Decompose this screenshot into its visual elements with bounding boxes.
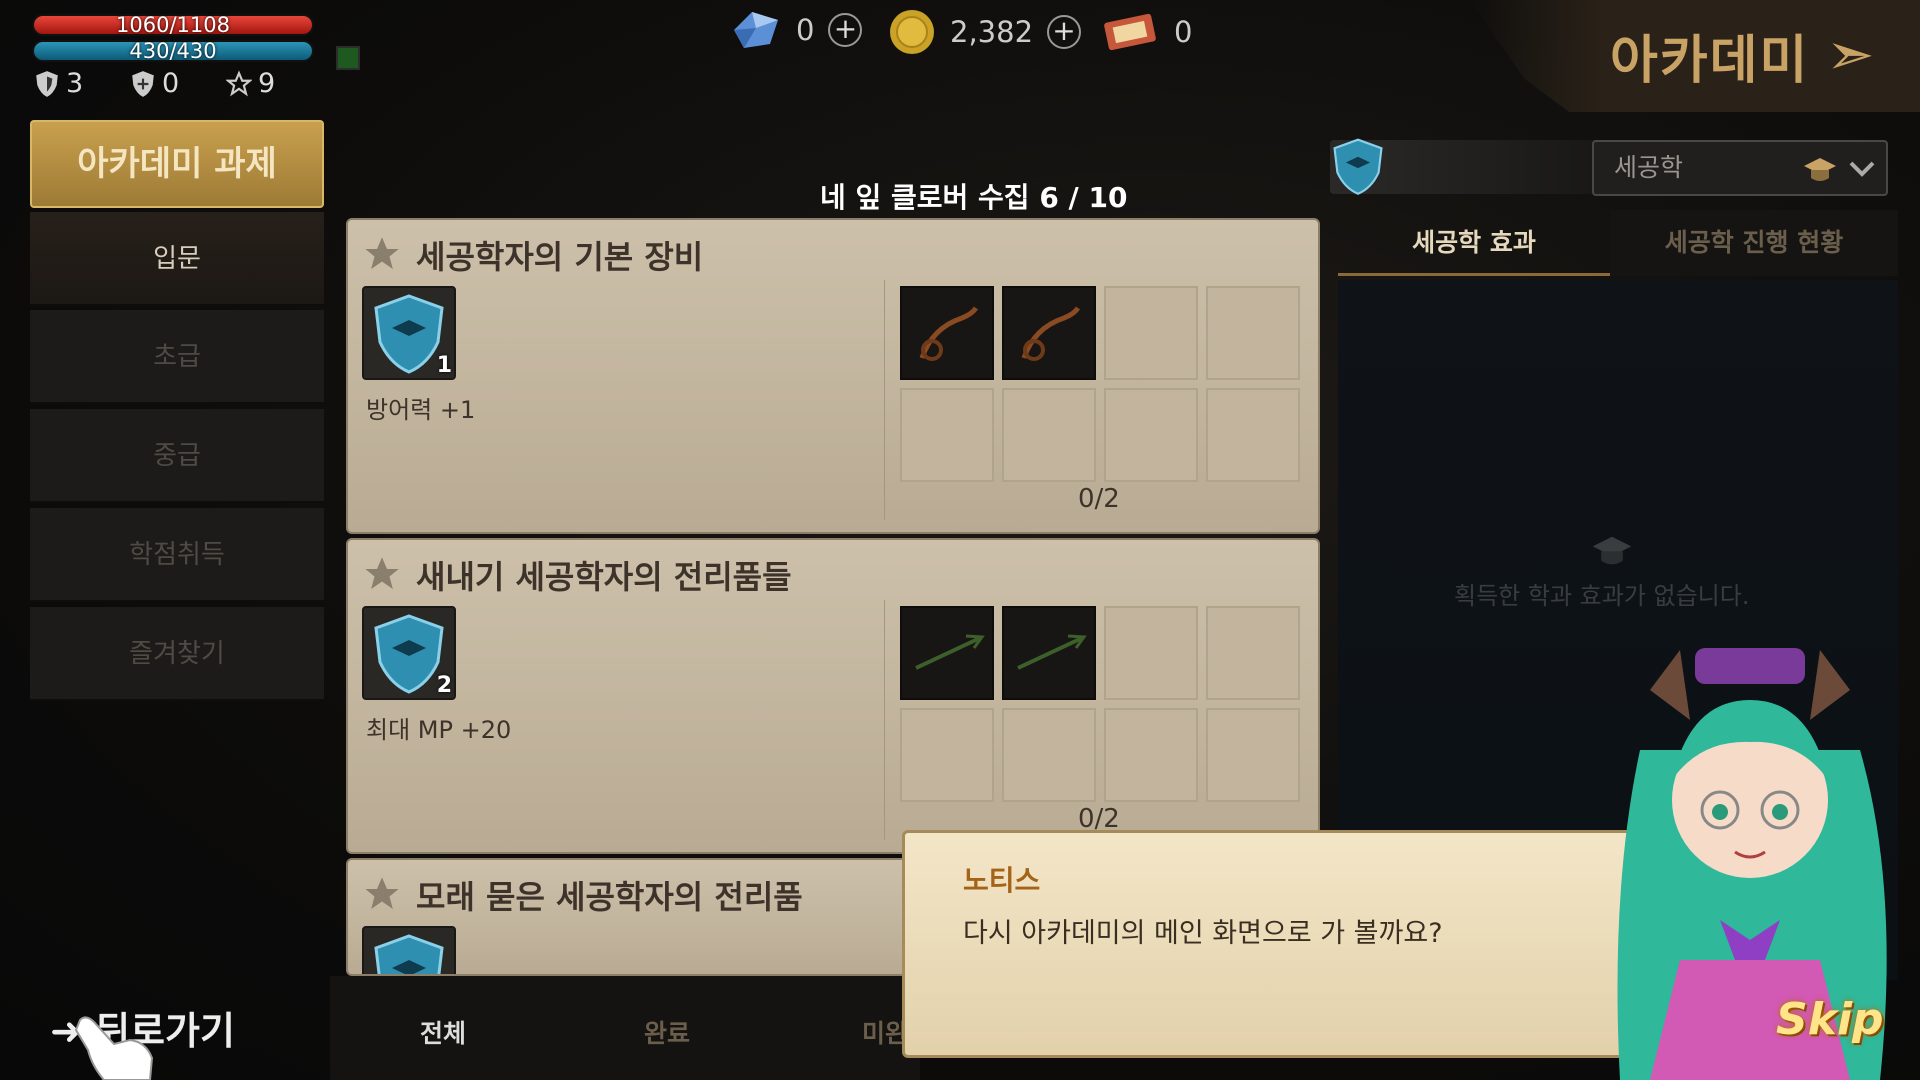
reward-badge: 2 (362, 606, 456, 700)
item-slot (1104, 388, 1198, 482)
filter-complete[interactable]: 완료 (644, 1014, 690, 1050)
tab-intermediate[interactable]: 중급 (30, 409, 324, 503)
shield-icon (36, 70, 58, 97)
item-slot (1206, 708, 1300, 802)
quest-card[interactable]: 새내기 세공학자의 전리품들 2 최대 MP +20 0/2 (346, 538, 1320, 854)
item-slot[interactable] (1002, 606, 1096, 700)
stat-star: 9 (226, 68, 275, 99)
mp-bar: 430/430 (32, 40, 314, 62)
stat-defense: 3 (34, 68, 83, 99)
gem-icon (734, 12, 778, 48)
item-slot (900, 708, 994, 802)
tab-progress[interactable]: 세공학 진행 현황 (1610, 210, 1898, 276)
quest-title: 새내기 세공학자의 전리품들 (416, 558, 792, 596)
quest-card[interactable]: 세공학자의 기본 장비 1 방어력 +1 0/2 (346, 218, 1320, 534)
item-slot (1002, 708, 1096, 802)
item-slot (1206, 286, 1300, 380)
item-slot[interactable] (900, 606, 994, 700)
academy-shield-icon (374, 934, 444, 974)
dialog-box[interactable]: 노티스 다시 아카데미의 메인 화면으로 가 볼까요? (902, 830, 1642, 1058)
pointer-hand-icon (74, 1016, 154, 1080)
item-slot (1104, 708, 1198, 802)
item-slot (1104, 286, 1198, 380)
graduation-cap-icon (1804, 158, 1836, 181)
tab-beginner[interactable]: 초급 (30, 310, 324, 404)
item-slot (1104, 606, 1198, 700)
exit-arrow-icon[interactable]: ➣ (1826, 20, 1875, 88)
shield-plus-icon (132, 70, 154, 97)
ticket-currency: 0 (1100, 8, 1192, 56)
reward-effect: 최대 MP +20 (366, 716, 512, 744)
filter-all[interactable]: 전체 (420, 1014, 466, 1050)
gem-plus-button[interactable]: + (828, 13, 863, 47)
page-title: 아카데미 (1610, 31, 1810, 91)
reward-badge (362, 926, 456, 974)
chevron-down-icon (1849, 161, 1875, 177)
gold-currency: 2,382 + (888, 8, 1082, 56)
star-outline-icon (226, 69, 252, 96)
reward-effect: 방어력 +1 (366, 396, 476, 424)
tab-intro[interactable]: 입문 (30, 212, 324, 306)
arrow-item-icon (1017, 634, 1087, 670)
arrow-item-icon (915, 634, 985, 670)
dialog-text: 다시 아카데미의 메인 화면으로 가 볼까요? (963, 918, 1443, 949)
bow-item-icon (919, 306, 979, 361)
gold-plus-button[interactable]: + (1047, 15, 1082, 49)
tab-favorites[interactable]: 즐겨찾기 (30, 607, 324, 701)
stat-shield: 0 (130, 68, 179, 99)
quest-title: 세공학자의 기본 장비 (416, 238, 704, 276)
buff-icon[interactable] (336, 46, 360, 70)
clover-collection: 네 잎 클로버 수집 6 / 10 (820, 181, 1128, 214)
academy-tasks-header: 아카데미 과제 (30, 120, 324, 208)
tab-credits[interactable]: 학점취득 (30, 508, 324, 602)
item-slot (1206, 606, 1300, 700)
item-slot[interactable] (900, 286, 994, 380)
favorite-star-icon[interactable] (362, 874, 402, 914)
gold-coin-icon (890, 10, 934, 54)
quest-title: 모래 묻은 세공학자의 전리품 (416, 878, 803, 916)
graduation-cap-icon (1592, 536, 1632, 565)
favorite-star-icon[interactable] (362, 554, 402, 594)
favorite-star-icon[interactable] (362, 234, 402, 274)
gem-currency: 0 + (730, 8, 863, 52)
quest-progress: 0/2 (1078, 484, 1120, 514)
reward-badge: 1 (362, 286, 456, 380)
department-dropdown[interactable]: 세공학 (1592, 140, 1888, 196)
bow-item-icon (1021, 306, 1081, 361)
ticket-icon (1104, 13, 1156, 51)
empty-effects-message: 획득한 학과 효과가 없습니다. (1454, 582, 1750, 610)
game-screen: 1060/1108 430/430 3 0 9 0 + 2,382 + 0 아카… (0, 0, 1920, 1080)
hp-bar: 1060/1108 (32, 14, 314, 36)
filter-tabs (330, 976, 920, 1080)
item-slot[interactable] (1002, 286, 1096, 380)
item-slot (1002, 388, 1096, 482)
item-slot (1206, 388, 1300, 482)
skip-button[interactable]: Skip (1776, 994, 1884, 1045)
speaker-name: 노티스 (963, 864, 1041, 897)
item-slot (900, 388, 994, 482)
academy-shield-icon (1333, 138, 1383, 195)
tab-effects[interactable]: 세공학 효과 (1338, 210, 1610, 276)
